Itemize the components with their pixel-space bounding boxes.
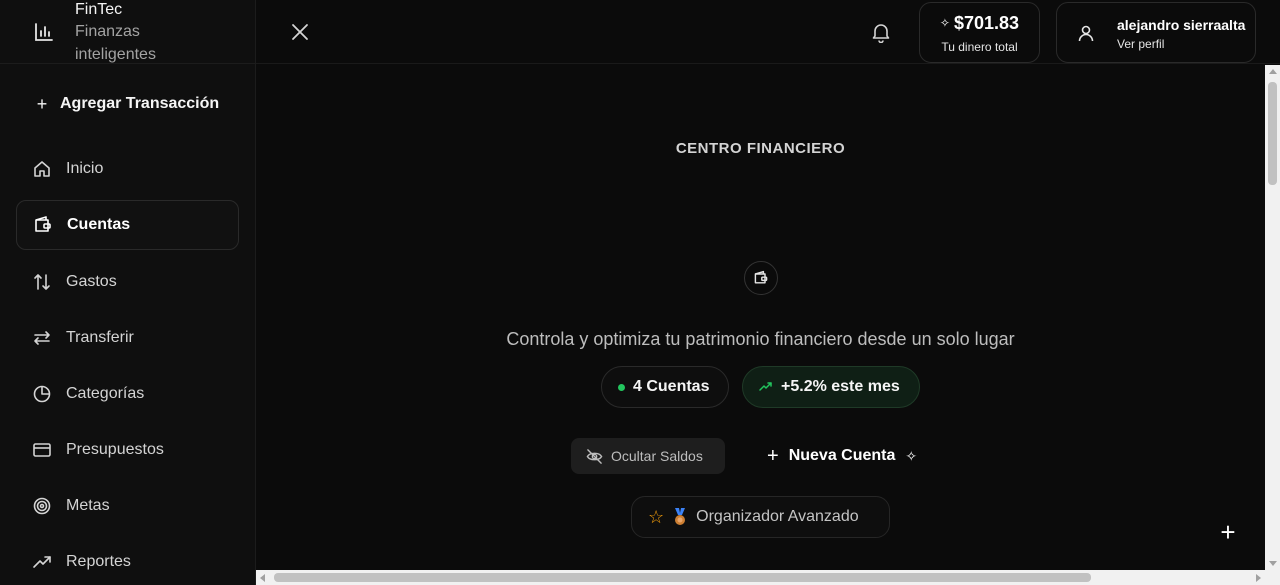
scrollbar-thumb[interactable] — [1268, 82, 1277, 185]
total-balance-card[interactable]: ✧ $701.83 Tu dinero total — [919, 2, 1040, 63]
wallet-badge — [744, 261, 778, 295]
medal-icon — [675, 508, 686, 525]
tagline: Controla y optimiza tu patrimonio financ… — [506, 329, 1015, 349]
sidebar-item-metas[interactable]: Metas — [16, 481, 239, 531]
horizontal-scrollbar[interactable] — [256, 570, 1265, 585]
brand: FinTec Finanzas inteligentes — [0, 0, 256, 64]
sidebar-item-cuentas[interactable]: Cuentas — [16, 200, 239, 250]
sidebar: FinTec Finanzas inteligentes + Agregar T… — [0, 0, 256, 585]
pie-chart-icon — [33, 385, 51, 403]
sidebar-item-reportes[interactable]: Reportes — [16, 537, 239, 585]
profile-card[interactable]: alejandro sierraalta Ver perfil — [1056, 2, 1256, 63]
sidebar-item-label: Metas — [66, 497, 110, 514]
scrollbar-corner — [1265, 570, 1280, 585]
floating-add-button[interactable]: + — [1215, 519, 1241, 545]
credit-card-icon — [33, 443, 51, 457]
bell-icon[interactable] — [870, 21, 892, 43]
hide-balances-button[interactable]: Ocultar Saldos — [571, 438, 725, 474]
scroll-up-arrow-icon[interactable] — [1269, 69, 1277, 74]
new-account-button[interactable]: + Nueva Cuenta ✧ — [755, 438, 945, 474]
vertical-scrollbar[interactable] — [1265, 65, 1280, 570]
view-profile-link[interactable]: Ver perfil — [1117, 37, 1164, 51]
eye-off-icon — [586, 448, 603, 464]
home-icon — [34, 161, 50, 177]
add-transaction-label: Agregar Transacción — [60, 95, 220, 112]
brand-name: FinTec — [75, 1, 123, 18]
trending-up-icon — [33, 556, 51, 568]
rank-badge: ☆ Organizador Avanzado — [631, 496, 890, 538]
user-name: alejandro sierraalta — [1117, 17, 1246, 33]
sidebar-item-label: Categorías — [66, 385, 145, 402]
wallet-icon — [754, 270, 768, 284]
plus-icon: + — [36, 93, 48, 114]
bar-chart-icon — [35, 23, 53, 41]
app-window: FinTec Finanzas inteligentes + Agregar T… — [0, 0, 1280, 585]
sparkles-icon: ✧ — [939, 16, 950, 30]
add-transaction-button[interactable]: + Agregar Transacción — [34, 90, 219, 118]
main-content: CENTRO FINANCIERO Controla y optimiza tu… — [256, 65, 1265, 570]
sidebar-item-label: Transferir — [66, 329, 134, 346]
sidebar-item-transferir[interactable]: Transferir — [16, 313, 239, 363]
sidebar-item-label: Reportes — [66, 553, 131, 570]
top-header: ✧ $701.83 Tu dinero total alejandro sierr… — [256, 0, 1280, 64]
accounts-count-pill: 4 Cuentas — [601, 366, 729, 408]
target-icon — [33, 497, 51, 515]
hide-balances-label: Ocultar Saldos — [611, 448, 703, 464]
scroll-left-arrow-icon[interactable] — [260, 574, 265, 582]
sidebar-item-label: Gastos — [66, 273, 117, 290]
scroll-right-arrow-icon[interactable] — [1256, 574, 1261, 582]
scroll-down-arrow-icon[interactable] — [1269, 561, 1277, 566]
growth-label: +5.2% este mes — [781, 378, 900, 395]
user-icon — [1078, 25, 1094, 42]
scrollbar-thumb[interactable] — [274, 573, 1091, 582]
balance-caption: Tu dinero total — [941, 40, 1018, 54]
plus-icon: + — [767, 444, 779, 467]
sidebar-item-inicio[interactable]: Inicio — [16, 144, 239, 194]
new-account-label: Nueva Cuenta — [788, 447, 896, 464]
close-icon[interactable] — [288, 20, 312, 44]
sidebar-item-gastos[interactable]: Gastos — [16, 257, 239, 307]
arrows-up-down-icon — [34, 274, 50, 290]
trending-up-icon — [759, 382, 772, 391]
sidebar-item-label: Inicio — [66, 160, 104, 177]
sparkles-icon: ✧ — [905, 447, 918, 464]
rank-label: Organizador Avanzado — [696, 508, 859, 525]
balance-amount-value: $701.83 — [953, 13, 1020, 33]
wallet-icon — [35, 216, 51, 232]
sidebar-item-label: Cuentas — [67, 216, 131, 233]
star-icon: ☆ — [648, 506, 665, 527]
growth-pill: +5.2% este mes — [742, 366, 920, 408]
arrows-left-right-icon — [34, 331, 50, 345]
sidebar-item-presupuestos[interactable]: Presupuestos — [16, 425, 239, 475]
accounts-count-label: 4 Cuentas — [633, 378, 710, 395]
balance-amount: ✧ $701.83 — [920, 13, 1039, 34]
sidebar-item-label: Presupuestos — [66, 441, 164, 458]
brand-subtitle: Finanzas inteligentes — [75, 23, 156, 63]
sidebar-item-categorias[interactable]: Categorías — [16, 369, 239, 419]
page-title: CENTRO FINANCIERO — [675, 140, 846, 157]
status-dot-icon — [618, 383, 625, 391]
